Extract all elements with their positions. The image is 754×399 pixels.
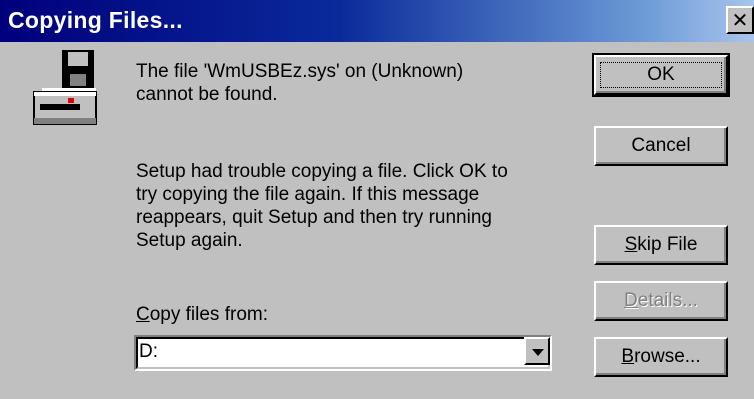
chevron-down-icon[interactable] (524, 337, 550, 365)
cancel-button-label: Cancel (631, 135, 691, 156)
cancel-button[interactable]: Cancel (594, 126, 728, 166)
close-button[interactable]: ✕ (726, 6, 754, 34)
ok-button[interactable]: OK (592, 53, 730, 97)
drive-slot-shape (40, 104, 80, 110)
help-text-line1: Setup had trouble copying a file. Click … (136, 161, 508, 182)
floppy-shutter-shape (70, 74, 86, 86)
floppy-label-shape (68, 52, 88, 66)
copy-from-combobox[interactable]: D: (134, 335, 552, 371)
skip-file-accelerator: S (624, 234, 638, 255)
details-label-text: etails... (637, 290, 698, 311)
copy-from-value[interactable]: D: (139, 341, 158, 363)
help-text-line3: reappears, quit Setup and then try runni… (136, 207, 492, 228)
title-bar[interactable]: Copying Files... ✕ (0, 0, 754, 42)
browse-button-label: Browse... (621, 346, 700, 368)
close-icon: ✕ (731, 8, 749, 32)
error-message-line2: cannot be found. (136, 84, 278, 105)
copy-from-label-text: opy files from: (149, 304, 268, 325)
window-title: Copying Files... (8, 7, 183, 33)
drive-light-shape (68, 98, 74, 103)
help-text-line4: Setup again. (136, 230, 243, 251)
help-text-line2: try copying the file again. If this mess… (136, 184, 480, 205)
skip-file-button[interactable]: Skip File (594, 225, 728, 265)
skip-file-label-text: kip File (637, 234, 698, 255)
error-message-line1: The file 'WmUSBEz.sys' on (Unknown) (136, 61, 464, 82)
browse-button[interactable]: Browse... (594, 337, 728, 377)
browse-label-text: rowse... (634, 346, 701, 367)
browse-accelerator: B (621, 346, 635, 367)
details-button-label: Details... (624, 290, 698, 312)
copy-from-label: Copy files from: (136, 304, 268, 326)
drive-shadow-shape (34, 118, 96, 124)
copy-from-accelerator: C (136, 304, 150, 325)
details-accelerator: D (624, 290, 638, 311)
skip-file-button-label: Skip File (625, 234, 698, 256)
details-button: Details... (594, 281, 728, 321)
drive-highlight-shape (34, 92, 96, 96)
floppy-drive-icon (33, 50, 97, 125)
ok-button-label: OK (600, 62, 722, 88)
combobox-frame (136, 337, 550, 369)
